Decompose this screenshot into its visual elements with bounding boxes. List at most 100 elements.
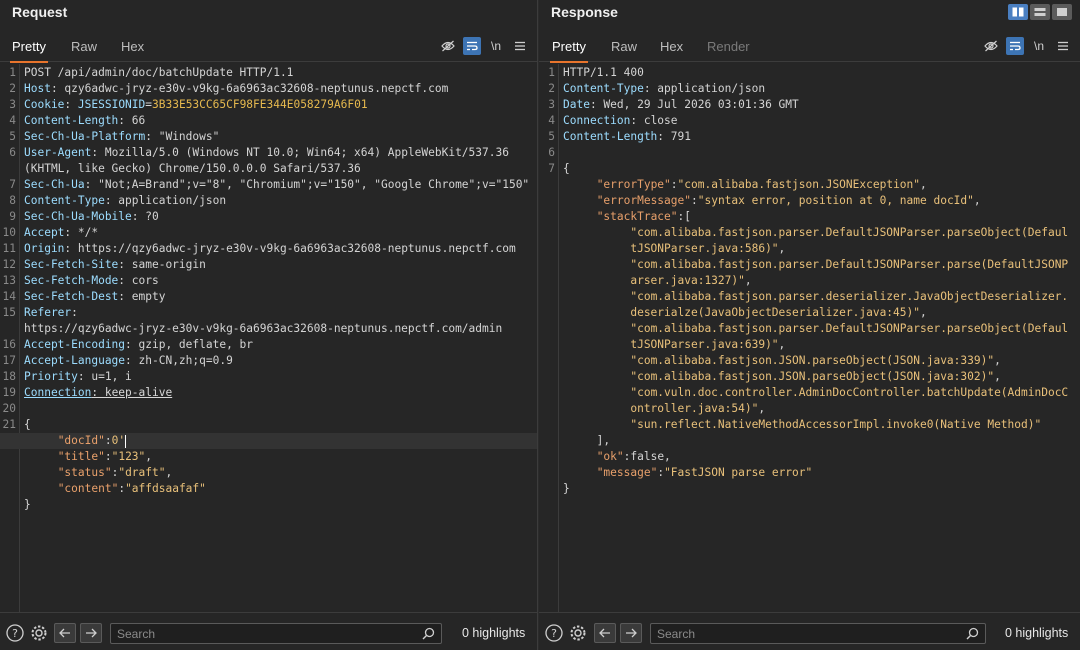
code-line[interactable]: "com.alibaba.fastjson.parser.DefaultJSON… (539, 257, 1080, 273)
line-number: 21 (2, 418, 16, 431)
code-line[interactable]: 7 Sec-Ch-Ua: "Not;A=Brand";v="8", "Chromi… (0, 177, 537, 193)
code-token: Connection (563, 114, 631, 127)
help-icon[interactable]: ? (5, 623, 25, 643)
code-line[interactable]: } (0, 497, 537, 513)
code-line[interactable]: "docId":0' (0, 433, 537, 449)
newline-toggle[interactable]: \n (487, 37, 505, 55)
code-line[interactable]: 20 (0, 401, 537, 417)
code-token: "status" (57, 466, 112, 479)
code-line[interactable]: } (539, 481, 1080, 497)
code-line[interactable]: "content":"affdsaafaf" (0, 481, 537, 497)
code-line[interactable]: arser.java:1327)", (539, 273, 1080, 289)
layout-tabs-button[interactable] (1052, 4, 1072, 20)
code-line[interactable]: "errorMessage":"syntax error, position a… (539, 193, 1080, 209)
previous-match-button[interactable] (54, 623, 76, 643)
code-token: : ?0 (131, 210, 159, 223)
tab-pretty[interactable]: Pretty (550, 39, 588, 63)
hide-nonprintable-icon[interactable] (982, 37, 1000, 55)
next-match-button[interactable] (620, 623, 642, 643)
code-line[interactable]: ], (539, 433, 1080, 449)
code-line[interactable]: "com.alibaba.fastjson.parser.deserialize… (539, 289, 1080, 305)
code-line[interactable]: tJSONParser.java:639)", (539, 337, 1080, 353)
code-line[interactable]: "errorType":"com.alibaba.fastjson.JSONEx… (539, 177, 1080, 193)
code-line[interactable]: 18 Priority: u=1, i (0, 369, 537, 385)
code-token: } (24, 498, 31, 511)
layout-side-by-side-button[interactable] (1008, 4, 1028, 20)
tab-raw[interactable]: Raw (71, 39, 97, 54)
code-line[interactable]: 2 Host: qzy6adwc-jryz-e30v-v9kg-6a6963ac3… (0, 81, 537, 97)
tab-render[interactable]: Render (707, 39, 750, 54)
help-icon[interactable]: ? (544, 623, 564, 643)
settings-gear-icon[interactable] (29, 623, 49, 643)
code-line[interactable]: 1 HTTP/1.1 400 (539, 65, 1080, 81)
word-wrap-icon[interactable] (463, 37, 481, 55)
code-token: "com.alibaba.fastjson.parser.deserialize… (630, 290, 1069, 303)
tab-hex[interactable]: Hex (121, 39, 144, 54)
code-token: : https://qzy6adwc-jryz-e30v-v9kg-6a6963… (64, 242, 516, 255)
code-line[interactable]: 16 Accept-Encoding: gzip, deflate, br (0, 337, 537, 353)
code-line[interactable]: 11 Origin: https://qzy6adwc-jryz-e30v-v9k… (0, 241, 537, 257)
code-line[interactable]: deserialze(JavaObjectDeserializer.java:4… (539, 305, 1080, 321)
menu-icon[interactable] (511, 37, 529, 55)
code-line[interactable]: "message":"FastJSON parse error" (539, 465, 1080, 481)
request-search-input[interactable] (117, 626, 381, 642)
settings-gear-icon[interactable] (568, 623, 588, 643)
code-line[interactable]: 5 Content-Length: 791 (539, 129, 1080, 145)
code-line[interactable]: 6 (539, 145, 1080, 161)
code-line[interactable]: "com.alibaba.fastjson.parser.DefaultJSON… (539, 321, 1080, 337)
code-line[interactable]: 8 Content-Type: application/json (0, 193, 537, 209)
code-line[interactable]: 6 User-Agent: Mozilla/5.0 (Windows NT 10.… (0, 145, 537, 161)
code-line[interactable]: "ok":false, (539, 449, 1080, 465)
hide-nonprintable-icon[interactable] (439, 37, 457, 55)
tab-hex[interactable]: Hex (660, 39, 683, 54)
code-line[interactable]: (KHTML, like Gecko) Chrome/150.0.0.0 Saf… (0, 161, 537, 177)
code-line[interactable]: 3 Cookie: JSESSIONID=3B33E53CC65CF98FE344… (0, 97, 537, 113)
code-line[interactable]: "sun.reflect.NativeMethodAccessorImpl.in… (539, 417, 1080, 433)
code-line[interactable]: 5 Sec-Ch-Ua-Platform: "Windows" (0, 129, 537, 145)
code-line[interactable]: 15 Referer: (0, 305, 537, 321)
response-editor[interactable]: 1 HTTP/1.1 400 2 Content-Type: application/… (539, 64, 1080, 612)
request-editor[interactable]: 1 POST /api/admin/doc/batchUpdate HTTP/1.… (0, 64, 537, 612)
code-line[interactable]: 3 Date: Wed, 29 Jul 2026 03:01:36 GMT (539, 97, 1080, 113)
layout-top-bottom-button[interactable] (1030, 4, 1050, 20)
code-line[interactable]: "title":"123", (0, 449, 537, 465)
previous-match-button[interactable] (594, 623, 616, 643)
code-line[interactable]: 14 Sec-Fetch-Dest: empty (0, 289, 537, 305)
code-line[interactable]: 19 Connection: keep-alive (0, 385, 537, 401)
code-line[interactable]: 9 Sec-Ch-Ua-Mobile: ?0 (0, 209, 537, 225)
code-line[interactable]: "com.alibaba.fastjson.parser.DefaultJSON… (539, 225, 1080, 241)
code-line[interactable]: https://qzy6adwc-jryz-e30v-v9kg-6a6963ac… (0, 321, 537, 337)
code-line[interactable]: 12 Sec-Fetch-Site: same-origin (0, 257, 537, 273)
code-line[interactable]: 1 POST /api/admin/doc/batchUpdate HTTP/1.… (0, 65, 537, 81)
tab-raw[interactable]: Raw (611, 39, 637, 54)
response-search-field[interactable] (650, 623, 986, 644)
code-line[interactable]: "com.alibaba.fastjson.JSON.parseObject(J… (539, 353, 1080, 369)
code-token: Connection (24, 386, 92, 399)
code-line[interactable]: 21 { (0, 417, 537, 433)
code-line[interactable]: 2 Content-Type: application/json (539, 81, 1080, 97)
code-line[interactable]: 10 Accept: */* (0, 225, 537, 241)
word-wrap-icon[interactable] (1006, 37, 1024, 55)
code-line[interactable]: 17 Accept-Language: zh-CN,zh;q=0.9 (0, 353, 537, 369)
code-line[interactable]: tJSONParser.java:586)", (539, 241, 1080, 257)
request-search-field[interactable] (110, 623, 442, 644)
code-token: :false, (623, 450, 671, 463)
code-line[interactable]: 13 Sec-Fetch-Mode: cors (0, 273, 537, 289)
code-text: "com.alibaba.fastjson.parser.DefaultJSON… (563, 321, 1076, 337)
next-match-button[interactable] (80, 623, 102, 643)
code-line[interactable]: "com.alibaba.fastjson.JSON.parseObject(J… (539, 369, 1080, 385)
newline-toggle[interactable]: \n (1030, 37, 1048, 55)
code-line[interactable]: 7{ (539, 161, 1080, 177)
code-line[interactable]: 4 Connection: close (539, 113, 1080, 129)
tab-pretty[interactable]: Pretty (10, 39, 48, 63)
search-icon (966, 627, 979, 645)
line-number: 15 (2, 306, 16, 319)
code-line[interactable]: "stackTrace":[ (539, 209, 1080, 225)
code-line[interactable]: "status":"draft", (0, 465, 537, 481)
menu-icon[interactable] (1054, 37, 1072, 55)
code-line[interactable]: ontroller.java:54)", (539, 401, 1080, 417)
code-line[interactable]: "com.vuln.doc.controller.AdminDocControl… (539, 385, 1080, 401)
response-search-input[interactable] (657, 626, 925, 642)
code-line[interactable]: 4 Content-Length: 66 (0, 113, 537, 129)
